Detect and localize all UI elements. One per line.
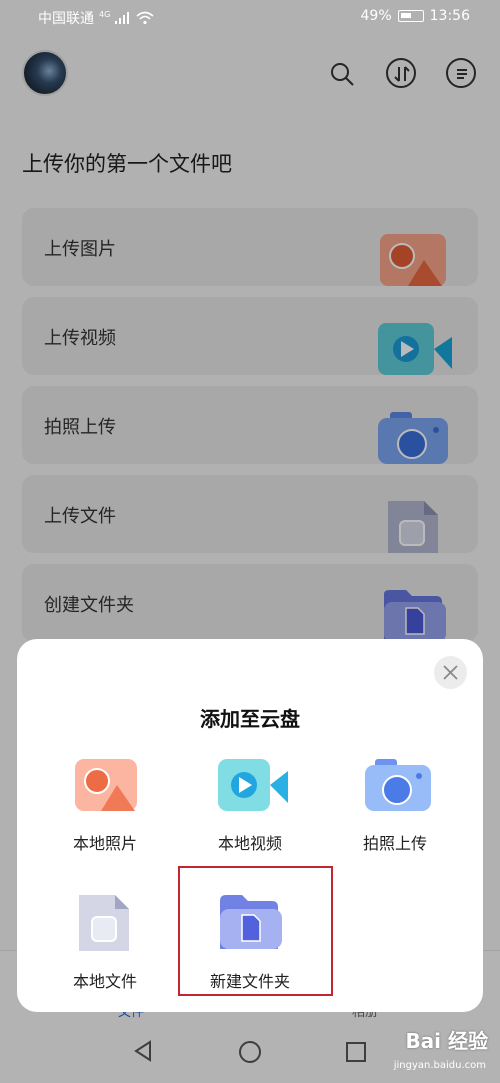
close-button[interactable] bbox=[434, 656, 467, 689]
option-local-file[interactable]: 本地文件 bbox=[45, 895, 165, 1005]
option-label: 本地文件 bbox=[72, 972, 137, 991]
clock: 13:56 bbox=[429, 8, 470, 24]
wifi-icon bbox=[136, 11, 154, 25]
option-label: 本地视频 bbox=[217, 834, 282, 853]
option-local-video[interactable]: 本地视频 bbox=[190, 757, 310, 867]
network-label: 4G bbox=[99, 9, 111, 19]
option-label: 本地照片 bbox=[72, 834, 137, 853]
watermark-url: jingyan.baidu.com bbox=[393, 1060, 486, 1071]
battery-percent: 49% bbox=[360, 8, 392, 24]
video-icon bbox=[218, 757, 290, 813]
option-local-photo[interactable]: 本地照片 bbox=[45, 757, 165, 867]
option-take-photo[interactable]: 拍照上传 bbox=[335, 757, 455, 867]
option-label: 拍照上传 bbox=[362, 834, 427, 853]
highlight-box bbox=[178, 866, 333, 996]
close-icon bbox=[443, 665, 458, 680]
signal-icon bbox=[115, 12, 130, 24]
battery-icon bbox=[397, 10, 424, 22]
sheet-title: 添加至云盘 bbox=[200, 707, 300, 731]
watermark: Bai 经验 bbox=[405, 1029, 488, 1053]
photo-icon bbox=[75, 757, 137, 813]
carrier-label: 中国联通 bbox=[38, 11, 94, 27]
file-icon bbox=[75, 895, 137, 951]
camera-icon bbox=[365, 757, 431, 813]
status-bar: 中国联通 4G 49% 13:56 bbox=[0, 0, 500, 34]
